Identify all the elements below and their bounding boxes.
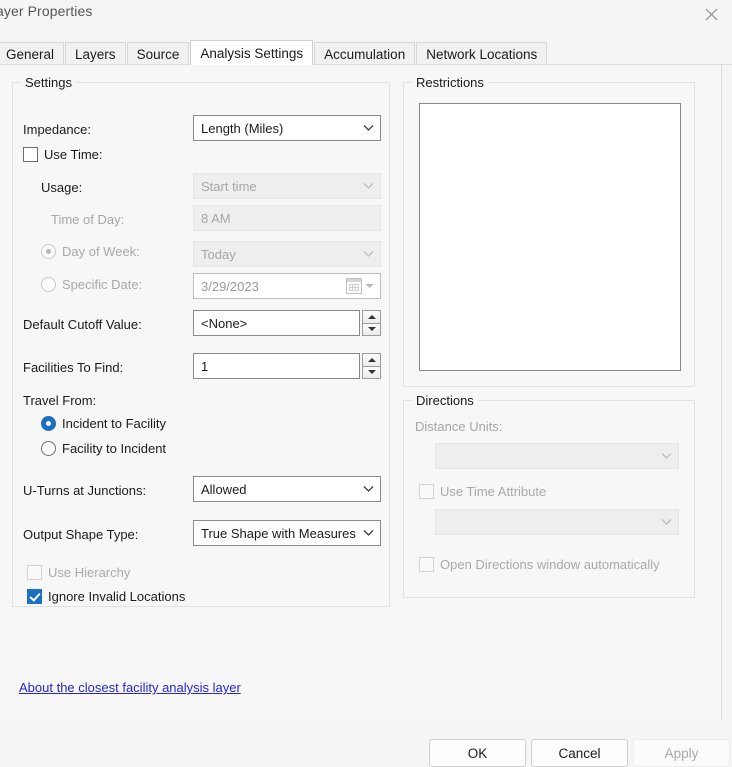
open-directions-window-label: Open Directions window automatically	[440, 557, 660, 572]
specific-date-radio: Specific Date:	[41, 277, 142, 292]
checkbox-box	[23, 147, 38, 162]
window-title: ayer Properties	[0, 3, 93, 19]
settings-group-title: Settings	[21, 75, 76, 90]
settings-group: Settings Impedance: Length (Miles) Use T…	[12, 75, 390, 607]
travel-from-facility-to-incident[interactable]: Facility to Incident	[41, 441, 166, 456]
restrictions-list[interactable]	[419, 103, 681, 371]
apply-button: Apply	[633, 739, 730, 767]
use-hierarchy-label: Use Hierarchy	[48, 565, 131, 580]
chevron-down-icon	[356, 477, 380, 501]
facilities-to-find-field[interactable]: 1	[193, 353, 360, 379]
checkbox-box	[419, 557, 434, 572]
output-shape-type-value: True Shape with Measures	[201, 525, 356, 541]
default-cutoff-stepper[interactable]	[362, 310, 381, 336]
ok-button[interactable]: OK	[429, 739, 526, 767]
radio-box	[41, 244, 56, 259]
use-time-checkbox[interactable]: Use Time:	[23, 147, 103, 162]
about-closest-facility-link[interactable]: About the closest facility analysis laye…	[19, 680, 241, 695]
triangle-up-icon	[367, 357, 376, 362]
facilities-to-find-label: Facilities To Find:	[23, 360, 124, 375]
close-icon[interactable]	[696, 1, 726, 27]
tab-network-locations[interactable]: Network Locations	[416, 42, 548, 65]
day-of-week-label: Day of Week:	[62, 244, 140, 259]
usage-value: Start time	[201, 178, 257, 194]
triangle-up-icon	[367, 314, 376, 319]
tab-layers[interactable]: Layers	[65, 42, 126, 65]
chevron-down-icon	[356, 521, 380, 545]
tab-source[interactable]: Source	[126, 42, 190, 65]
time-of-day-value: 8 AM	[201, 210, 231, 226]
radio-box	[41, 441, 56, 456]
default-cutoff-label: Default Cutoff Value:	[23, 317, 142, 332]
ignore-invalid-locations-checkbox[interactable]: Ignore Invalid Locations	[27, 589, 185, 604]
triangle-down-icon	[367, 327, 376, 332]
title-bar: ayer Properties	[0, 0, 732, 33]
specific-date-field: 3/29/2023	[193, 273, 381, 299]
usage-label: Usage:	[41, 180, 83, 195]
use-time-attribute-checkbox: Use Time Attribute	[419, 484, 546, 499]
radio-label: Facility to Incident	[62, 441, 167, 456]
stepper-down-button[interactable]	[362, 323, 381, 336]
use-time-attribute-label: Use Time Attribute	[440, 484, 547, 499]
stepper-down-button[interactable]	[362, 366, 381, 379]
stepper-up-button[interactable]	[362, 310, 381, 324]
tab-analysis-settings[interactable]: Analysis Settings	[190, 40, 314, 65]
output-shape-type-combo[interactable]: True Shape with Measures	[193, 520, 381, 546]
radio-box	[41, 416, 56, 431]
output-shape-type-label: Output Shape Type:	[23, 527, 139, 542]
cancel-button[interactable]: Cancel	[531, 739, 628, 767]
travel-from-incident-to-facility[interactable]: Incident to Facility	[41, 416, 166, 431]
analysis-settings-panel: Settings Impedance: Length (Miles) Use T…	[0, 65, 722, 720]
radio-label: Incident to Facility	[62, 416, 167, 431]
time-of-day-label: Time of Day:	[51, 212, 125, 227]
use-time-label: Use Time:	[44, 147, 103, 162]
travel-from-label: Travel From:	[23, 393, 97, 408]
open-directions-window-checkbox: Open Directions window automatically	[419, 557, 660, 572]
tab-strip: General Layers Source Analysis Settings …	[0, 40, 732, 65]
distance-units-combo	[435, 443, 679, 469]
default-cutoff-field[interactable]: <None>	[193, 310, 360, 336]
calendar-icon	[346, 278, 362, 294]
impedance-label: Impedance:	[23, 122, 91, 137]
day-of-week-combo: Today	[193, 241, 381, 267]
chevron-down-icon	[654, 510, 678, 534]
usage-combo: Start time	[193, 173, 381, 199]
tab-accumulation[interactable]: Accumulation	[314, 42, 416, 65]
ignore-invalid-locations-label: Ignore Invalid Locations	[48, 589, 186, 604]
dialog-footer: OK Cancel Apply	[0, 720, 732, 767]
chevron-down-icon	[356, 116, 380, 140]
impedance-value: Length (Miles)	[201, 120, 284, 136]
directions-group-title: Directions	[412, 393, 478, 408]
u-turns-combo[interactable]: Allowed	[193, 476, 381, 502]
default-cutoff-value: <None>	[201, 315, 248, 331]
impedance-combo[interactable]: Length (Miles)	[193, 115, 381, 141]
restrictions-group: Restrictions	[403, 75, 695, 387]
stepper-up-button[interactable]	[362, 353, 381, 367]
time-of-day-field: 8 AM	[193, 205, 381, 231]
u-turns-value: Allowed	[201, 481, 247, 497]
tab-general[interactable]: General	[0, 42, 65, 65]
facilities-to-find-value: 1	[201, 358, 209, 374]
layer-properties-dialog: ayer Properties General Layers Source An…	[0, 0, 732, 767]
chevron-down-icon	[365, 283, 374, 289]
specific-date-label: Specific Date:	[62, 277, 143, 292]
directions-group: Directions Distance Units: Use Time Attr…	[403, 393, 695, 598]
radio-box	[41, 277, 56, 292]
u-turns-label: U-Turns at Junctions:	[23, 483, 147, 498]
day-of-week-radio: Day of Week:	[41, 244, 140, 259]
chevron-down-icon	[654, 444, 678, 468]
chevron-down-icon	[356, 174, 380, 198]
specific-date-value: 3/29/2023	[201, 278, 259, 294]
chevron-down-icon	[356, 242, 380, 266]
checkbox-box	[27, 565, 42, 580]
facilities-to-find-stepper[interactable]	[362, 353, 381, 379]
day-of-week-value: Today	[201, 246, 236, 262]
restrictions-group-title: Restrictions	[412, 75, 488, 90]
checkbox-box	[27, 589, 42, 604]
checkbox-box	[419, 484, 434, 499]
use-hierarchy-checkbox: Use Hierarchy	[27, 565, 130, 580]
triangle-down-icon	[367, 370, 376, 375]
distance-units-label: Distance Units:	[415, 419, 503, 434]
time-attribute-combo	[435, 509, 679, 535]
